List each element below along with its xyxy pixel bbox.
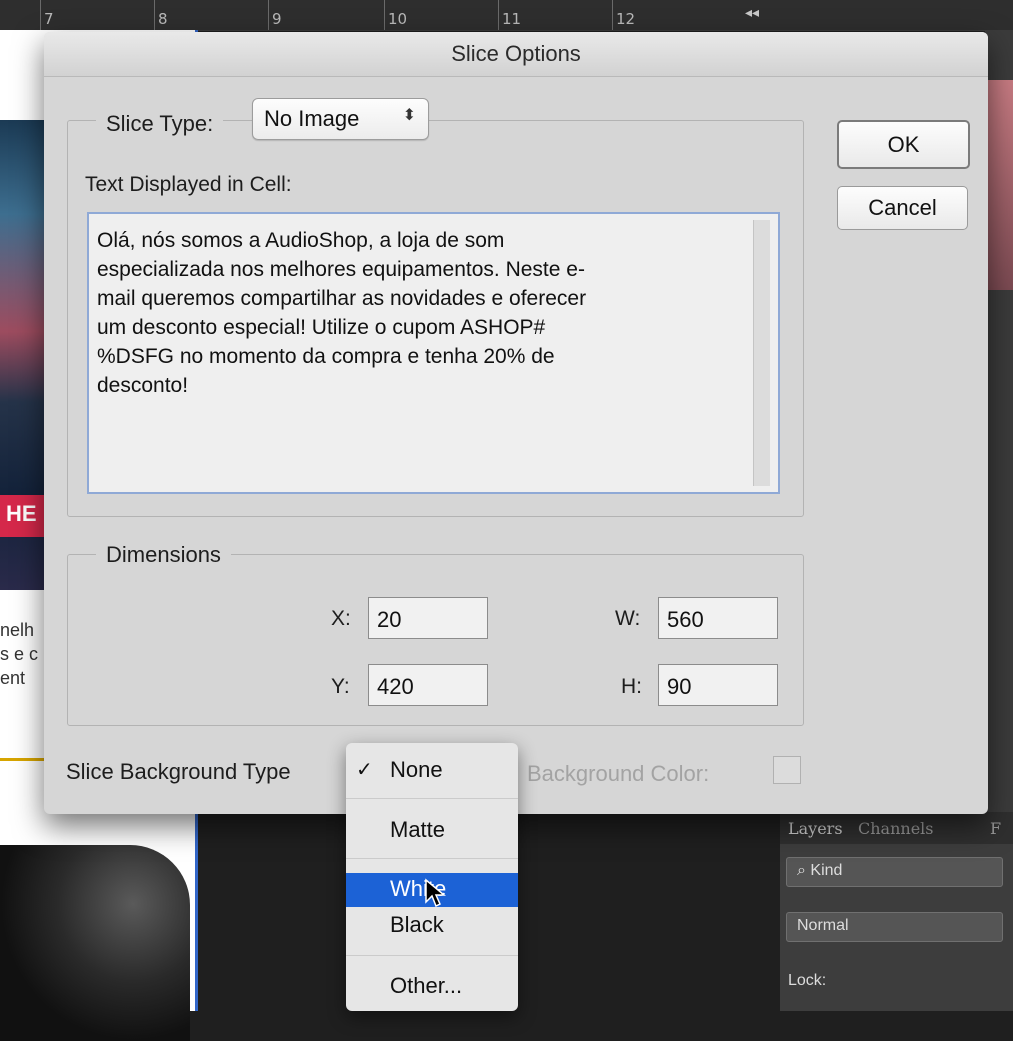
text-line: %DSFG no momento da compra e tenha 20% d… [97,345,555,368]
slice-options-dialog: Slice Options Slice Type: No Image ⬍ Tex… [44,32,988,814]
y-value: 420 [377,674,414,699]
text-line: especializada nos melhores equipamentos.… [97,258,585,281]
headphone-image [0,845,190,1041]
x-value: 20 [377,607,402,632]
text-line: desconto! [97,374,189,397]
tab-layers[interactable]: Layers [788,819,843,838]
menu-item-label: None [390,757,443,782]
layers-panel: Layers Channels F ⌕ Kind Normal Lock: [780,812,1013,1011]
text-scrollbar[interactable] [753,220,770,486]
slice-type-legend: Slice Type: [96,104,224,144]
x-field[interactable]: 20 [368,597,488,639]
cell-text-content: Olá, nós somos a AudioShop, a loja de so… [97,226,747,400]
doc-text-line: ent [0,668,26,688]
text-line: um desconto especial! Utilize o cupom AS… [97,316,546,339]
h-value: 90 [667,674,692,699]
mouse-pointer-icon [425,878,446,908]
tab-channels[interactable]: Channels [858,819,934,838]
ruler-number: 7 [44,10,54,28]
checkmark-icon: ✓ [356,759,373,781]
h-label: H: [621,675,642,698]
ruler-number: 8 [158,10,168,28]
doc-text-line: s e c [0,644,39,664]
kind-filter-select[interactable]: ⌕ Kind [786,857,1003,887]
updown-arrows-icon: ⬍ [402,107,416,124]
ok-button[interactable]: OK [837,120,970,169]
y-field[interactable]: 420 [368,664,488,706]
ruler-number: 10 [388,10,408,28]
slice-type-label: Slice Type: [106,111,214,136]
menu-item-label: Matte [390,817,446,842]
dialog-title: Slice Options [451,41,581,66]
menu-item-black[interactable]: Black [346,912,518,942]
lock-label: Lock: [788,972,827,989]
tab-paths[interactable]: F [990,819,1001,838]
blend-mode-value: Normal [797,917,849,934]
ruler-number: 9 [272,10,282,28]
menu-item-other[interactable]: Other... [346,973,518,1003]
color-preview [985,80,1013,290]
banner-letters: HE [6,501,37,526]
blend-mode-select[interactable]: Normal [786,912,1003,942]
cancel-button[interactable]: Cancel [837,186,968,230]
document-text: nelh s e c ent [0,618,48,690]
bg-color-label: Background Color: [527,761,710,786]
ruler-number: 11 [502,10,522,28]
ruler-number: 12 [616,10,636,28]
menu-separator [346,955,518,956]
doc-divider [0,758,48,761]
menu-item-none[interactable]: ✓ None [346,757,518,787]
slice-type-value: No Image [264,106,360,131]
menu-separator [346,858,518,859]
w-value: 560 [667,607,704,632]
menu-item-label: Other... [390,973,463,998]
menu-separator [346,798,518,799]
dialog-titlebar[interactable]: Slice Options [44,32,988,77]
text-cell-label: Text Displayed in Cell: [85,173,292,196]
layers-tabs: Layers Channels F [780,812,1013,844]
x-label: X: [331,607,351,630]
bg-color-swatch[interactable] [773,756,801,784]
kind-filter-label: ⌕ Kind [797,862,843,879]
text-line: mail queremos compartilhar as novidades … [97,287,587,310]
slice-type-select[interactable]: No Image ⬍ [252,98,429,140]
banner-stripe: HE [0,495,48,537]
dimensions-legend: Dimensions [96,542,231,568]
bg-type-menu: ✓ None Matte White Black Other... [346,743,518,1011]
bg-type-label: Slice Background Type [66,759,291,784]
menu-item-label: Black [390,912,444,937]
cell-text-area[interactable]: Olá, nós somos a AudioShop, a loja de so… [87,212,780,494]
y-label: Y: [331,675,350,698]
w-label: W: [615,607,641,630]
text-line: Olá, nós somos a AudioShop, a loja de so… [97,229,505,252]
doc-text-line: nelh [0,620,35,640]
w-field[interactable]: 560 [658,597,778,639]
collapse-panels-icon[interactable]: ◂◂ [745,4,759,21]
horizontal-ruler: 7 8 9 10 11 12 ◂◂ [0,0,1013,31]
h-field[interactable]: 90 [658,664,778,706]
menu-item-matte[interactable]: Matte [346,817,518,847]
